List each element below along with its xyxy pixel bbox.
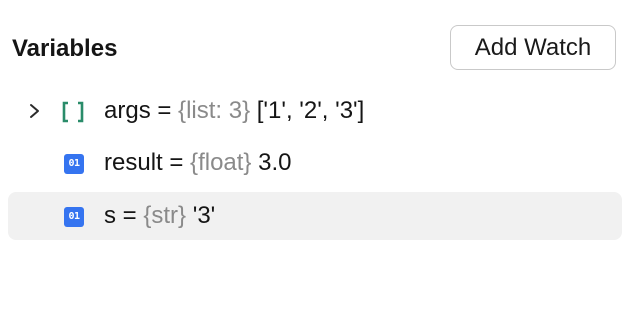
variable-name: args bbox=[104, 97, 151, 124]
equals-sign: = bbox=[169, 149, 184, 176]
variable-type: {str} bbox=[143, 202, 187, 229]
variable-text: args = {list: 3} ['1', '2', '3'] bbox=[104, 96, 364, 126]
panel-header: Variables Add Watch bbox=[0, 0, 638, 96]
equals-sign: = bbox=[157, 97, 172, 124]
variable-text: result = {float} 3.0 bbox=[104, 148, 292, 178]
variable-text: s = {str} '3' bbox=[104, 201, 215, 231]
variable-row-args[interactable]: args = {list: 3} ['1', '2', '3'] bbox=[8, 87, 622, 135]
add-watch-button[interactable]: Add Watch bbox=[450, 25, 616, 70]
equals-sign: = bbox=[122, 202, 137, 229]
variable-row-result[interactable]: 01 result = {float} 3.0 bbox=[8, 139, 622, 187]
variable-type: {float} bbox=[190, 149, 252, 176]
variable-type: {list: 3} bbox=[178, 97, 251, 124]
panel-title: Variables bbox=[12, 35, 118, 62]
primitive-value-icon: 01 bbox=[64, 154, 84, 174]
variable-value: '3' bbox=[192, 202, 216, 229]
primitive-value-icon: 01 bbox=[64, 207, 84, 227]
chevron-right-icon[interactable] bbox=[26, 101, 44, 121]
variable-name: result bbox=[104, 149, 163, 176]
list-icon bbox=[62, 101, 84, 123]
variable-name: s bbox=[104, 202, 116, 229]
variable-value: ['1', '2', '3'] bbox=[256, 97, 365, 124]
variable-value: 3.0 bbox=[258, 149, 292, 176]
variable-row-s[interactable]: 01 s = {str} '3' bbox=[8, 192, 622, 240]
variables-panel: Variables Add Watch args = {list: 3} ['1… bbox=[0, 0, 638, 318]
